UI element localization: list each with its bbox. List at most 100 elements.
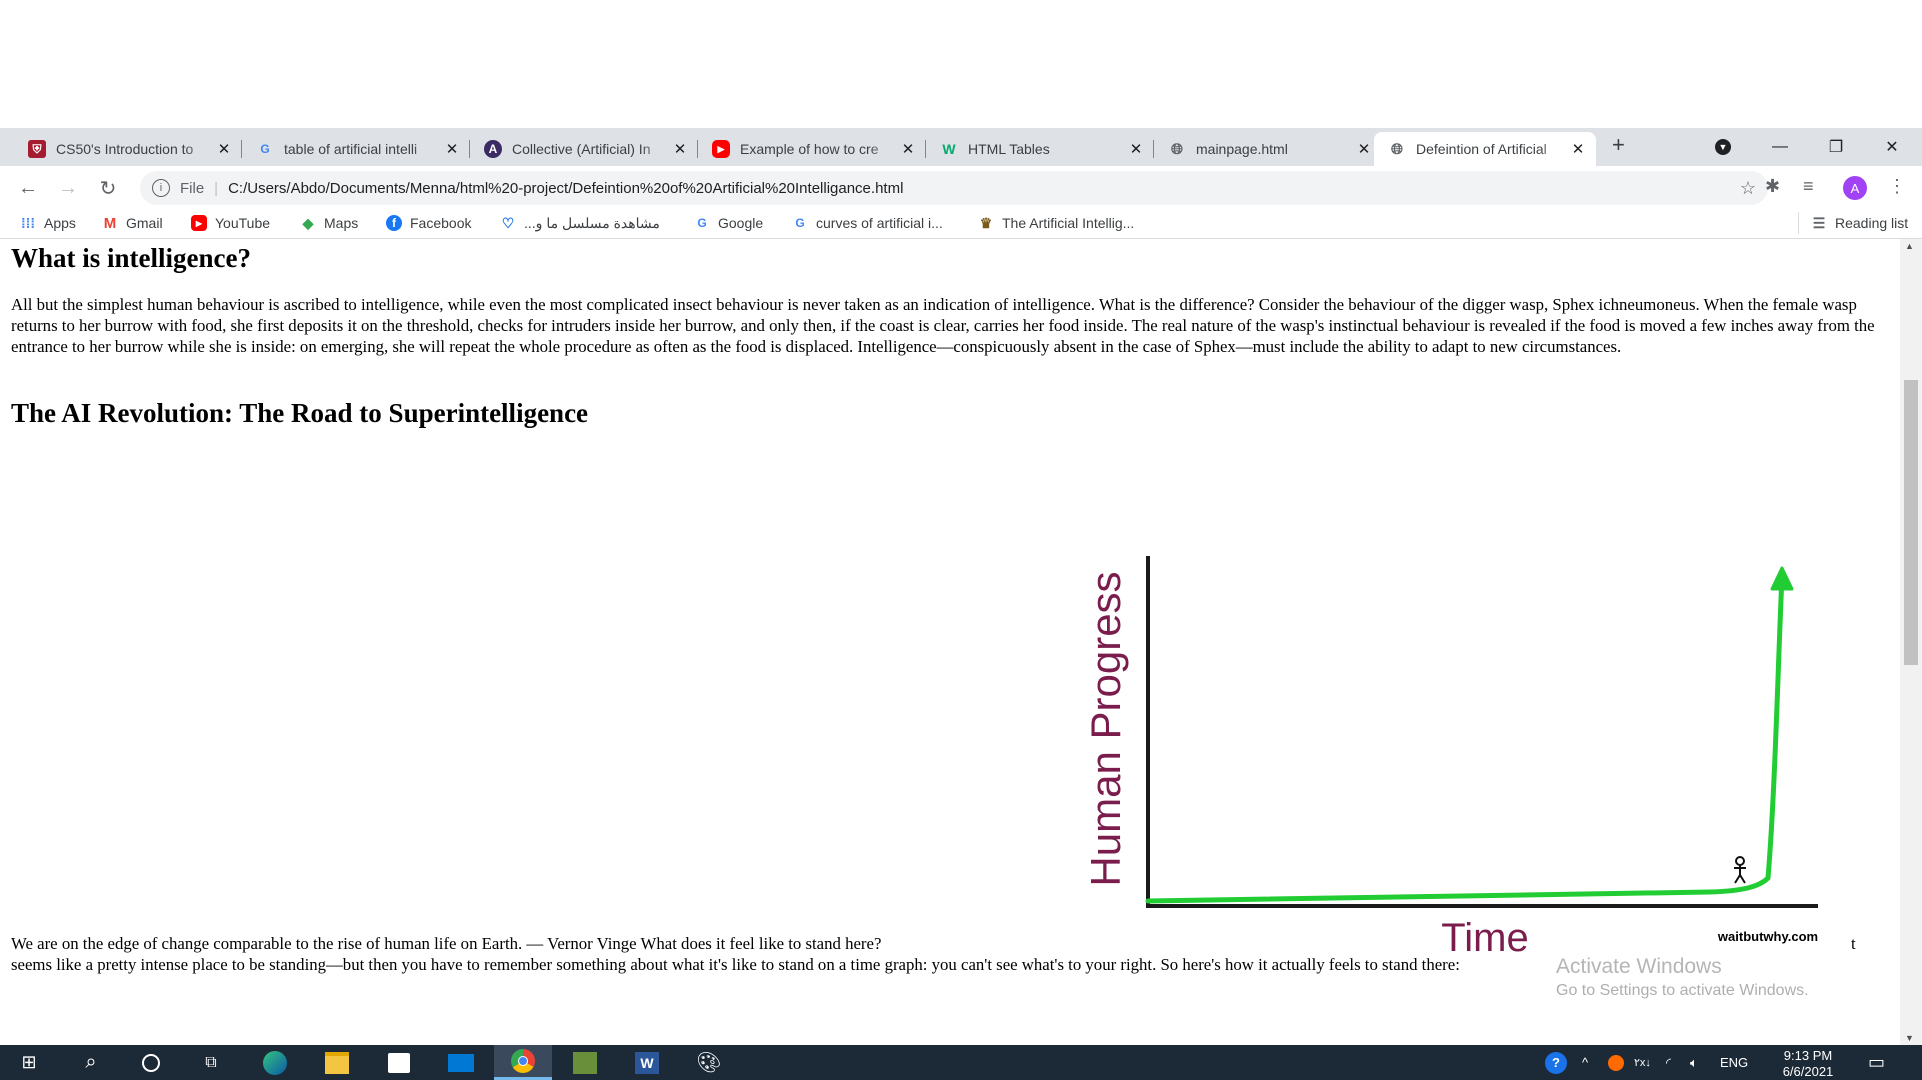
reading-list-button[interactable]: ☰ Reading list: [1798, 212, 1908, 234]
address-bar[interactable]: i File | C:/Users/Abdo/Documents/Menna/h…: [140, 171, 1768, 205]
harvard-shield-icon: ⛨: [28, 140, 46, 158]
bookmark-curves[interactable]: Gcurves of artificial i...: [792, 212, 943, 234]
info-icon[interactable]: i: [152, 179, 170, 197]
edge-taskbar-button[interactable]: [246, 1045, 304, 1080]
tab-title: Collective (Artificial) In: [512, 141, 651, 157]
tab-table-ai[interactable]: G table of artificial intelli ✕: [242, 132, 470, 166]
stick-figure-icon: [1734, 856, 1746, 884]
task-view-button[interactable]: ⧉: [182, 1045, 240, 1080]
restore-button[interactable]: ❐: [1808, 128, 1864, 166]
heading-ai-revolution: The AI Revolution: The Road to Superinte…: [11, 398, 589, 428]
bookmark-star-icon[interactable]: ☆: [1740, 178, 1756, 199]
file-explorer-taskbar-button[interactable]: [308, 1045, 366, 1080]
close-icon[interactable]: ✕: [444, 140, 460, 158]
wifi-icon[interactable]: ◜: [1666, 1045, 1671, 1080]
top-blank-area: [0, 0, 1922, 128]
paint-taskbar-button[interactable]: 🎨︎: [680, 1045, 738, 1080]
start-button[interactable]: ⊞: [0, 1045, 58, 1080]
paragraph-trailing-char: t: [1851, 934, 1856, 953]
cortana-button[interactable]: [122, 1045, 180, 1080]
extensions-icon[interactable]: ✱: [1765, 176, 1780, 197]
search-button[interactable]: ⌕: [62, 1045, 120, 1080]
tab-cs50[interactable]: ⛨ CS50's Introduction to ✕: [14, 132, 242, 166]
tab-html-tables[interactable]: W HTML Tables ✕: [926, 132, 1154, 166]
collective-a-icon: A: [484, 140, 502, 158]
task-view-icon: ⧉: [205, 1053, 217, 1071]
facebook-icon: f: [386, 215, 402, 231]
notifications-button[interactable]: ▭: [1868, 1045, 1885, 1080]
back-button[interactable]: ←: [14, 174, 42, 202]
taskbar-clock[interactable]: 9:13 PM 6/6/2021: [1768, 1048, 1848, 1080]
word-taskbar-button[interactable]: W: [618, 1045, 676, 1080]
word-icon: W: [635, 1051, 659, 1074]
close-window-button[interactable]: ✕: [1864, 128, 1920, 166]
bookmark-label: Facebook: [410, 215, 472, 231]
tab-mainpage[interactable]: 🌐︎ mainpage.html ✕: [1154, 132, 1382, 166]
close-icon[interactable]: ✕: [900, 140, 916, 158]
bookmark-site-icon: ♡: [501, 214, 515, 231]
bookmark-label: مشاهدة مسلسل ما و...: [524, 214, 660, 231]
web-page-content: What is intelligence? All but the simple…: [0, 239, 1900, 1045]
help-question-icon: ?: [1545, 1051, 1567, 1074]
bookmark-ai-intellig[interactable]: ♛ The Artificial Intellig...: [978, 212, 1135, 234]
tab-title: Defeintion of Artificial: [1416, 141, 1547, 157]
mail-taskbar-button[interactable]: [432, 1045, 490, 1080]
minimize-button[interactable]: —: [1752, 128, 1808, 166]
bookmark-facebook[interactable]: f Facebook: [386, 212, 471, 234]
bookmark-youtube[interactable]: ▶ YouTube: [191, 212, 270, 234]
spreadsheet-app-icon: [573, 1051, 597, 1074]
progress-curve: [1145, 573, 1785, 904]
tab-search-button[interactable]: ▼: [1695, 128, 1751, 166]
volume-icon[interactable]: 🔈︎: [1690, 1045, 1698, 1080]
store-bag-icon: [388, 1052, 410, 1073]
menu-icon[interactable]: ⋮: [1888, 176, 1906, 197]
forward-button[interactable]: →: [54, 174, 82, 202]
close-icon[interactable]: ✕: [1128, 140, 1144, 158]
close-icon[interactable]: ✕: [1356, 140, 1372, 158]
w3schools-icon: W: [942, 141, 956, 157]
network-status-icon[interactable]: ۲x↓: [1634, 1045, 1651, 1080]
scroll-up-arrow-icon[interactable]: ▲: [1905, 241, 1914, 251]
bookmark-apps[interactable]: ⁞⁞⁞ Apps: [20, 212, 76, 234]
bookmark-gmail[interactable]: M Gmail: [102, 212, 163, 234]
profile-avatar[interactable]: A: [1843, 176, 1867, 200]
address-divider: |: [214, 179, 219, 197]
tab-definition-active[interactable]: 🌐︎ Defeintion of Artificial ✕: [1374, 132, 1596, 166]
scrollbar-thumb[interactable]: [1904, 380, 1918, 665]
tab-title: HTML Tables: [968, 141, 1050, 157]
figure-credit: waitbutwhy.com: [1717, 929, 1818, 944]
reload-button[interactable]: ↻: [94, 174, 122, 202]
google-icon: G: [697, 216, 707, 230]
scroll-down-arrow-icon[interactable]: ▼: [1905, 1033, 1914, 1043]
excel-app-taskbar-button[interactable]: [556, 1045, 614, 1080]
x-axis-label: Time: [1441, 916, 1528, 954]
chrome-taskbar-button[interactable]: [494, 1045, 552, 1080]
new-tab-button[interactable]: +: [1612, 132, 1625, 158]
activate-windows-title: Activate Windows: [1556, 955, 1722, 978]
close-icon[interactable]: ✕: [216, 140, 232, 158]
maps-icon: ◆: [302, 214, 314, 231]
app-tray-icon[interactable]: [1608, 1045, 1624, 1080]
folder-icon: [325, 1051, 349, 1074]
language-indicator[interactable]: ENG: [1720, 1045, 1748, 1080]
store-taskbar-button[interactable]: [370, 1045, 428, 1080]
progress-time-figure: Human Progress Time waitbutwhy.com: [1082, 556, 1818, 954]
bookmark-series[interactable]: ♡ مشاهدة مسلسل ما و...: [500, 212, 660, 234]
bookmark-label: Gmail: [126, 215, 163, 231]
gmail-icon: M: [103, 214, 117, 232]
tab-collective[interactable]: A Collective (Artificial) In ✕: [470, 132, 698, 166]
chevron-down-icon: ▼: [1715, 139, 1731, 155]
bookmark-maps[interactable]: ◆ Maps: [300, 212, 359, 234]
help-tray-icon[interactable]: ?: [1545, 1045, 1567, 1080]
close-icon[interactable]: ✕: [1570, 140, 1586, 158]
url-text[interactable]: C:/Users/Abdo/Documents/Menna/html%20-pr…: [228, 180, 903, 197]
close-icon[interactable]: ✕: [672, 140, 688, 158]
heading-what-is-intelligence: What is intelligence?: [11, 243, 251, 273]
google-icon: G: [795, 216, 805, 230]
tab-title: table of artificial intelli: [284, 141, 418, 157]
media-control-icon[interactable]: ≡: [1803, 176, 1814, 197]
bookmark-google[interactable]: G Google: [694, 212, 763, 234]
show-hidden-icons-button[interactable]: ^: [1582, 1045, 1588, 1080]
clock-date: 6/6/2021: [1782, 1064, 1834, 1079]
tab-youtube-example[interactable]: ▶ Example of how to cre ✕: [698, 132, 926, 166]
